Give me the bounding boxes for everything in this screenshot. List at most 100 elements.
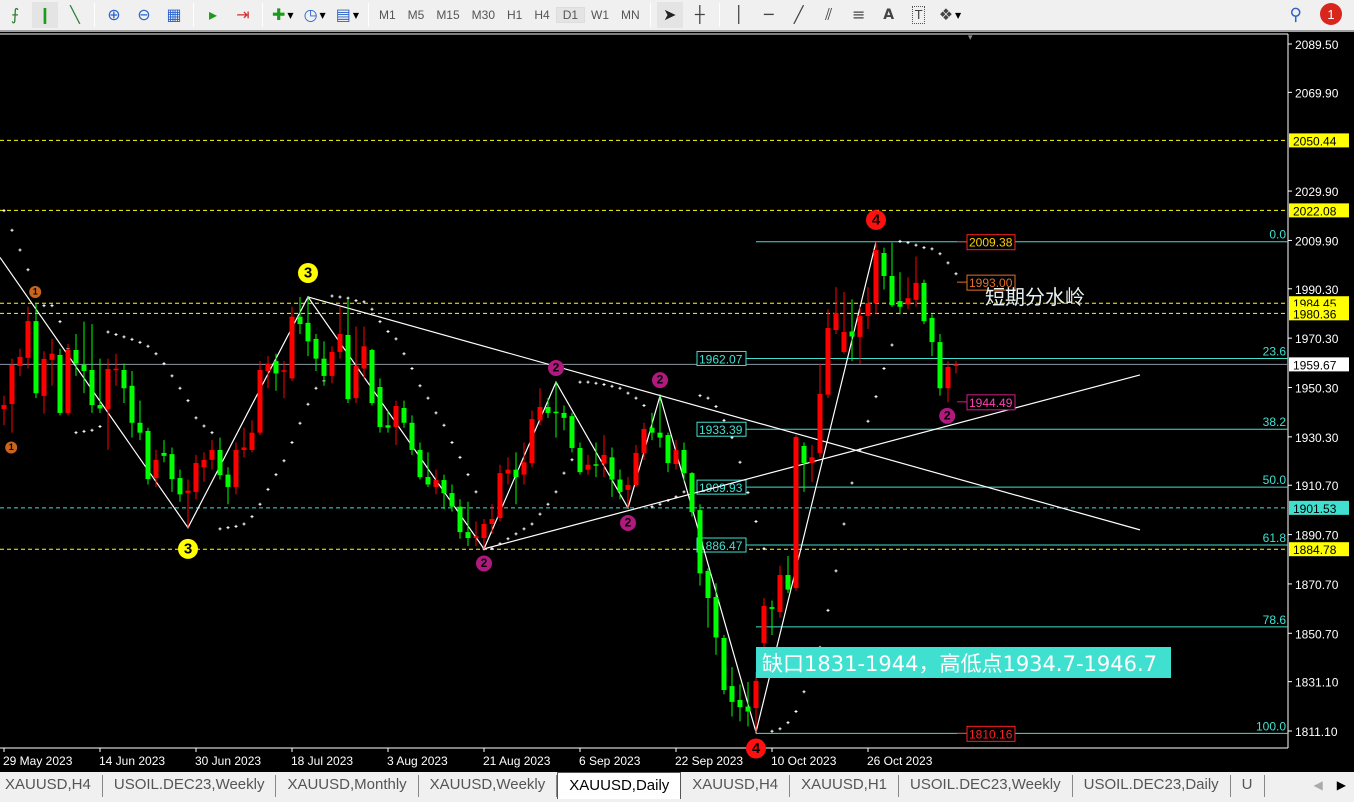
candle-bullish[interactable]: [521, 462, 527, 475]
candle-bullish[interactable]: [873, 250, 879, 304]
candle-bearish[interactable]: [889, 275, 895, 306]
cursor-button[interactable]: ➤: [656, 2, 683, 28]
candle-bearish[interactable]: [169, 454, 175, 480]
candle-bearish[interactable]: [313, 338, 319, 359]
candle-bullish[interactable]: [257, 369, 263, 433]
candle-bearish[interactable]: [881, 253, 887, 276]
timeframe-m5[interactable]: M5: [402, 8, 431, 22]
price-chart[interactable]: 2089.50 2069.90 2029.90 2009.90 1990.30 1970.…: [0, 33, 1354, 772]
candle-bearish[interactable]: [801, 445, 807, 464]
candle-bearish[interactable]: [849, 331, 855, 337]
candle-bullish[interactable]: [105, 368, 111, 409]
candle-bearish[interactable]: [449, 493, 455, 507]
candle-bearish[interactable]: [409, 422, 415, 450]
candle-bullish[interactable]: [529, 419, 535, 464]
tab-xauusd-h4[interactable]: XAUUSD,H4: [681, 775, 791, 797]
candle-bullish[interactable]: [353, 366, 359, 399]
candle-bearish[interactable]: [745, 706, 751, 712]
candle-bullish[interactable]: [953, 364, 959, 366]
candle-bearish[interactable]: [129, 385, 135, 423]
candle-bearish[interactable]: [617, 479, 623, 492]
candle-bullish[interactable]: [249, 432, 255, 450]
candle-bearish[interactable]: [785, 575, 791, 590]
candle-bullish[interactable]: [201, 459, 207, 468]
candle-bullish[interactable]: [505, 469, 511, 474]
candle-bearish[interactable]: [553, 411, 559, 414]
timeframe-h4[interactable]: H4: [528, 8, 555, 22]
candle-bullish[interactable]: [761, 605, 767, 643]
candle-bullish[interactable]: [41, 358, 47, 396]
candle-bullish[interactable]: [793, 437, 799, 589]
tab-scroll-left-icon[interactable]: ◀: [1314, 778, 1323, 792]
candle-bearish[interactable]: [513, 469, 519, 478]
candle-bearish[interactable]: [225, 474, 231, 487]
notification-badge[interactable]: 1: [1320, 3, 1342, 25]
tab-xauusd-h4[interactable]: XAUUSD,H4: [0, 775, 103, 797]
timeframe-h1[interactable]: H1: [501, 8, 528, 22]
candle-bullish[interactable]: [865, 303, 871, 316]
candle-bullish[interactable]: [601, 454, 607, 464]
candle-bearish[interactable]: [937, 342, 943, 389]
candle-bullish[interactable]: [481, 523, 487, 539]
candle-bearish[interactable]: [737, 699, 743, 708]
candle-bullish[interactable]: [65, 349, 71, 413]
candle-bullish[interactable]: [233, 449, 239, 487]
candle-bearish[interactable]: [161, 452, 167, 456]
candle-bearish[interactable]: [689, 473, 695, 513]
candle-bearish[interactable]: [577, 447, 583, 473]
candle-bearish[interactable]: [681, 449, 687, 474]
chart-shift-button[interactable]: ▸: [200, 2, 226, 28]
candle-bearish[interactable]: [593, 464, 599, 466]
candle-bullish[interactable]: [537, 406, 543, 421]
tab-usoil-dec23-daily[interactable]: USOIL.DEC23,Daily: [1073, 775, 1231, 797]
candle-bearish[interactable]: [441, 480, 447, 494]
tab-u[interactable]: U: [1231, 775, 1265, 797]
candle-bearish[interactable]: [177, 478, 183, 495]
candle-bearish[interactable]: [377, 387, 383, 427]
candle-bullish[interactable]: [753, 680, 759, 709]
candle-bearish[interactable]: [649, 427, 655, 433]
candle-bullish[interactable]: [17, 356, 23, 367]
candle-bullish[interactable]: [25, 321, 31, 358]
candle-bullish[interactable]: [585, 464, 591, 470]
candle-bullish[interactable]: [433, 480, 439, 487]
timeframe-m15[interactable]: M15: [430, 8, 465, 22]
candle-bearish[interactable]: [217, 449, 223, 476]
line-chart-button[interactable]: ⨍: [2, 2, 28, 28]
tile-windows-button[interactable]: ▦: [161, 2, 187, 28]
tab-xauusd-h1[interactable]: XAUUSD,H1: [790, 775, 900, 797]
candle-bullish[interactable]: [153, 459, 159, 479]
candle-bullish[interactable]: [633, 452, 639, 485]
candle-bearish[interactable]: [97, 405, 103, 409]
candle-bearish[interactable]: [465, 532, 471, 539]
candle-bullish[interactable]: [1, 405, 7, 409]
candle-bearish[interactable]: [609, 457, 615, 480]
candle-bullish[interactable]: [265, 363, 271, 371]
tab-xauusd-monthly[interactable]: XAUUSD,Monthly: [276, 775, 419, 797]
fibonacci-button[interactable]: ≡: [846, 2, 872, 28]
candle-bullish[interactable]: [361, 346, 367, 369]
candle-bullish[interactable]: [9, 365, 15, 405]
candle-bullish[interactable]: [913, 282, 919, 300]
candle-bullish[interactable]: [289, 316, 295, 379]
periods-button[interactable]: ◷ ▼: [301, 2, 329, 28]
candle-bearish[interactable]: [569, 416, 575, 448]
candle-bullish[interactable]: [185, 490, 191, 493]
candle-bearish[interactable]: [137, 422, 143, 433]
candle-bullish[interactable]: [193, 463, 199, 492]
candle-bullish[interactable]: [113, 368, 119, 371]
candle-bullish[interactable]: [497, 473, 503, 519]
equidistant-channel-button[interactable]: ⫽: [816, 2, 842, 28]
candle-bearish[interactable]: [929, 317, 935, 343]
candle-bullish[interactable]: [473, 536, 479, 539]
shapes-button[interactable]: ❖ ▼: [936, 2, 965, 28]
candle-bullish[interactable]: [329, 351, 335, 376]
candle-bullish[interactable]: [209, 449, 215, 460]
candle-bullish[interactable]: [49, 353, 55, 360]
candle-bearish[interactable]: [561, 412, 567, 418]
candle-bearish[interactable]: [705, 570, 711, 598]
candle-bearish[interactable]: [401, 407, 407, 423]
zoom-in-button[interactable]: ⊕: [101, 2, 127, 28]
candle-bullish[interactable]: [857, 315, 863, 337]
candle-bearish[interactable]: [305, 322, 311, 342]
